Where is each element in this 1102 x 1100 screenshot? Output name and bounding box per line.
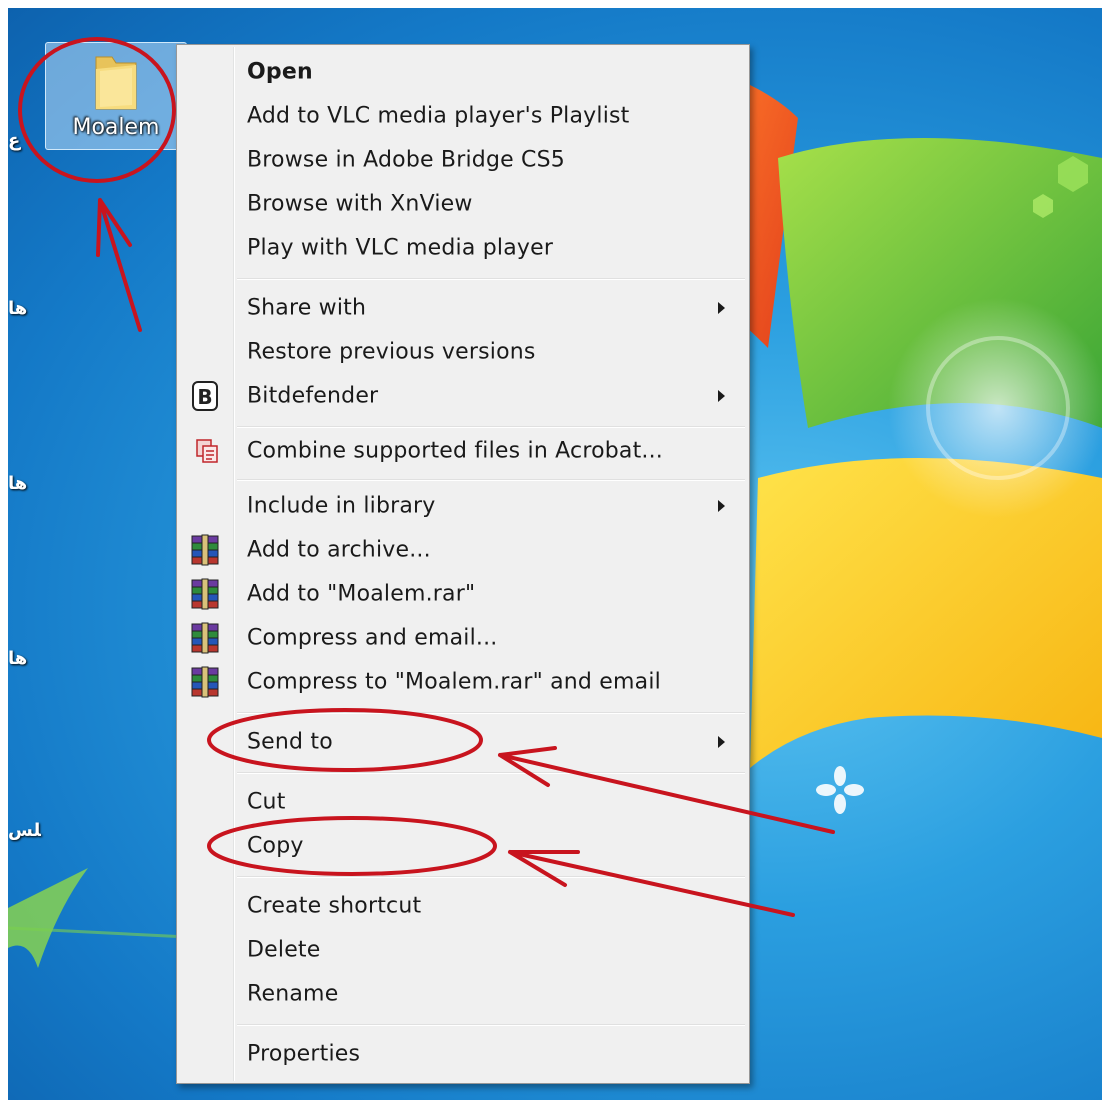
menu-item-label: Rename (247, 981, 339, 1007)
menu-item-label: Compress to "Moalem.rar" and email (247, 669, 661, 695)
menu-separator (237, 426, 745, 428)
menu-item-label: Browse in Adobe Bridge CS5 (247, 147, 565, 173)
bitdefender-icon: B (187, 379, 223, 413)
desktop-label-fragment: ﻫﺎ (8, 648, 28, 669)
menu-item-copy[interactable]: Copy (179, 826, 747, 866)
menu-separator (237, 772, 745, 774)
menu-item-properties[interactable]: Properties (179, 1034, 747, 1074)
winrar-icon (187, 665, 223, 699)
winrar-icon (187, 621, 223, 655)
menu-item-label: Browse with XnView (247, 191, 473, 217)
menu-item-browse-xnview[interactable]: Browse with XnView (179, 184, 747, 224)
menu-item-label: Delete (247, 937, 321, 963)
menu-item-open[interactable]: Open (179, 52, 747, 92)
menu-item-label: Cut (247, 789, 286, 815)
menu-separator (237, 1024, 745, 1026)
menu-item-add-to-vlc-playlist[interactable]: Add to VLC media player's Playlist (179, 96, 747, 136)
submenu-arrow-icon (718, 302, 725, 314)
menu-item-create-shortcut[interactable]: Create shortcut (179, 886, 747, 926)
menu-item-restore-previous-versions[interactable]: Restore previous versions (179, 332, 747, 372)
menu-item-label: Combine supported files in Acrobat... (247, 438, 664, 464)
winrar-icon (187, 577, 223, 611)
desktop-label-fragment: ﻫﺎ (8, 473, 28, 494)
menu-item-label: Add to VLC media player's Playlist (247, 103, 630, 129)
desktop-folder-item[interactable]: Moalem (45, 42, 187, 150)
menu-item-delete[interactable]: Delete (179, 930, 747, 970)
menu-item-label: Play with VLC media player (247, 235, 554, 261)
menu-item-add-to-archive[interactable]: Add to archive... (179, 530, 747, 570)
menu-item-bitdefender[interactable]: B Bitdefender (179, 376, 747, 416)
menu-item-label: Compress and email... (247, 625, 498, 651)
menu-item-rename[interactable]: Rename (179, 974, 747, 1014)
menu-separator (237, 712, 745, 714)
menu-separator (237, 278, 745, 280)
menu-separator (237, 876, 745, 878)
menu-item-label: Send to (247, 729, 333, 755)
folder-label[interactable]: Moalem (46, 115, 186, 140)
submenu-arrow-icon (718, 736, 725, 748)
menu-item-combine-acrobat[interactable]: Combine supported files in Acrobat... (179, 431, 747, 471)
folder-icon (95, 56, 137, 110)
menu-item-browse-adobe-bridge[interactable]: Browse in Adobe Bridge CS5 (179, 140, 747, 180)
winrar-icon (187, 533, 223, 567)
desktop-label-fragment: ﻠﺲ (8, 820, 41, 841)
submenu-arrow-icon (718, 500, 725, 512)
acrobat-combine-icon (187, 434, 223, 468)
context-menu: Open Add to VLC media player's Playlist … (176, 44, 750, 1084)
menu-item-label: Restore previous versions (247, 339, 536, 365)
svg-text:B: B (197, 385, 212, 409)
menu-item-label: Share with (247, 295, 367, 321)
menu-item-compress-and-email[interactable]: Compress and email... (179, 618, 747, 658)
menu-item-include-in-library[interactable]: Include in library (179, 486, 747, 526)
menu-item-label: Copy (247, 833, 304, 859)
menu-item-add-to-moalem-rar[interactable]: Add to "Moalem.rar" (179, 574, 747, 614)
desktop-label-fragment: ﻫﺎ (8, 298, 28, 319)
submenu-arrow-icon (718, 390, 725, 402)
menu-item-label: Include in library (247, 493, 436, 519)
menu-item-compress-to-moalem-rar-and-email[interactable]: Compress to "Moalem.rar" and email (179, 662, 747, 702)
menu-item-label: Bitdefender (247, 383, 379, 409)
menu-separator (237, 479, 745, 481)
menu-item-label: Add to archive... (247, 537, 431, 563)
desktop-label-fragment: ﻉ (8, 130, 21, 151)
menu-item-share-with[interactable]: Share with (179, 288, 747, 328)
menu-item-label: Open (247, 59, 313, 85)
menu-item-label: Properties (247, 1041, 361, 1067)
menu-item-play-vlc[interactable]: Play with VLC media player (179, 228, 747, 268)
menu-item-label: Add to "Moalem.rar" (247, 581, 476, 607)
menu-item-send-to[interactable]: Send to (179, 722, 747, 762)
menu-item-cut[interactable]: Cut (179, 782, 747, 822)
menu-item-label: Create shortcut (247, 893, 422, 919)
